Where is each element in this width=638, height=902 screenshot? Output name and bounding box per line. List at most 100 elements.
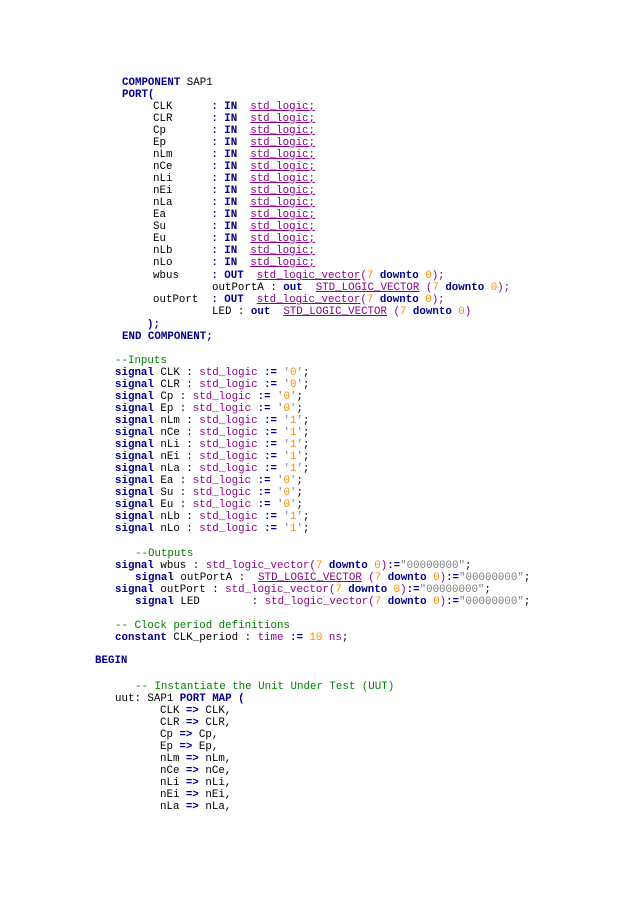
code-token: := [264,427,278,439]
code-token: -- Clock period definitions [115,620,290,632]
code-token: std_logic; [250,149,316,161]
code-token: std_logic [199,415,258,427]
code-token: nEi, [198,789,232,801]
code-token: nLo : [153,523,200,535]
code-token: BEGIN [95,655,128,667]
code-token: Su : [153,487,193,499]
code-token: LED : [212,306,251,318]
code-token: nLa, [198,801,232,813]
code-token: := [264,439,278,451]
code-line: CLR : IN std_logic; [153,113,315,125]
code-token: std_logic; [250,221,316,233]
code-token: ; [302,367,310,379]
code-line: uut: SAP1 PORT MAP ( [115,693,245,705]
code-token: std_logic [199,439,258,451]
code-token: nCe [160,765,186,777]
code-token: := [257,475,271,487]
code-token: := [264,367,278,379]
code-token: downto [348,584,388,596]
code-token: ; [302,439,310,451]
code-token: std_logic; [250,245,316,257]
code-token: std_logic [199,451,258,463]
code-token: constant [115,632,167,644]
code-line: nLo : IN std_logic; [153,257,315,269]
code-token: nLa [160,801,186,813]
code-token: ; [296,475,303,487]
code-token: nLa : [153,463,200,475]
code-token: COMPONENT [122,77,181,89]
code-token: := [264,379,278,391]
code-line: Cp : IN std_logic; [153,125,315,137]
code-token: signal [115,415,154,427]
code-token: Su [153,221,212,233]
code-token: nLm : [153,415,200,427]
code-line: --Outputs [135,548,193,560]
code-token: ; [296,391,303,403]
code-token: wbus : [153,560,206,572]
code-token: std_logic; [250,197,316,209]
code-token: Cp, [192,729,219,741]
code-token: PORT( [122,89,155,101]
code-token: ); [431,270,445,282]
code-token: std_logic_vector( [205,560,316,572]
code-token: downto [387,572,427,584]
code-token: std_logic_vector [256,270,361,282]
code-line: Ep => Ep, [160,741,218,753]
code-token: nLb [153,245,212,257]
code-token: signal [115,475,154,487]
code-line: Su : IN std_logic; [153,221,315,233]
code-token: signal [115,391,154,403]
code-token: END COMPONENT; [122,331,213,343]
code-token: signal [115,511,154,523]
code-line: signal nLm : std_logic := '1'; [115,415,309,427]
code-token: ; [296,487,303,499]
code-line: signal wbus : std_logic_vector(7 downto … [115,560,471,572]
code-token: ); [497,282,511,294]
code-token: std_logic_vector( [264,596,375,608]
code-token: ; [484,584,491,596]
code-token: := [257,403,271,415]
code-token: := [446,572,460,584]
code-line: signal nLa : std_logic := '1'; [115,463,309,475]
code-token: => [185,705,199,717]
code-token: := [406,584,420,596]
code-line: signal LED : std_logic_vector(7 downto 0… [135,596,530,608]
code-line: constant CLK_period : time := 10 ns; [115,632,348,644]
code-token: : IN [211,149,238,161]
code-token: std_logic [199,427,258,439]
code-token: Eu [153,233,212,245]
code-token: ; [523,572,531,584]
code-line: signal Eu : std_logic := '0'; [115,499,303,511]
code-token: nLi, [198,777,232,789]
code-token: ; [296,499,303,511]
code-token: := [257,391,271,403]
code-token: := [264,415,278,427]
code-token: signal [115,451,154,463]
code-token: ; [464,560,472,572]
code-token: => [179,729,193,741]
code-line: CLK : IN std_logic; [153,101,315,113]
code-token: std_logic [192,403,252,415]
code-token: : IN [211,113,238,125]
code-line: signal Ea : std_logic := '0'; [115,475,303,487]
code-token: "00000000" [419,584,485,596]
code-token: signal [135,572,174,584]
code-token: : IN [211,125,238,137]
code-token: signal [115,487,154,499]
code-token: --Inputs [115,355,167,367]
code-token: ; [302,463,310,475]
code-token: ; [302,523,310,535]
code-token: nLm [153,149,212,161]
code-token: "00000000" [459,596,524,608]
code-line: signal outPortA : STD_LOGIC_VECTOR (7 do… [135,572,530,584]
